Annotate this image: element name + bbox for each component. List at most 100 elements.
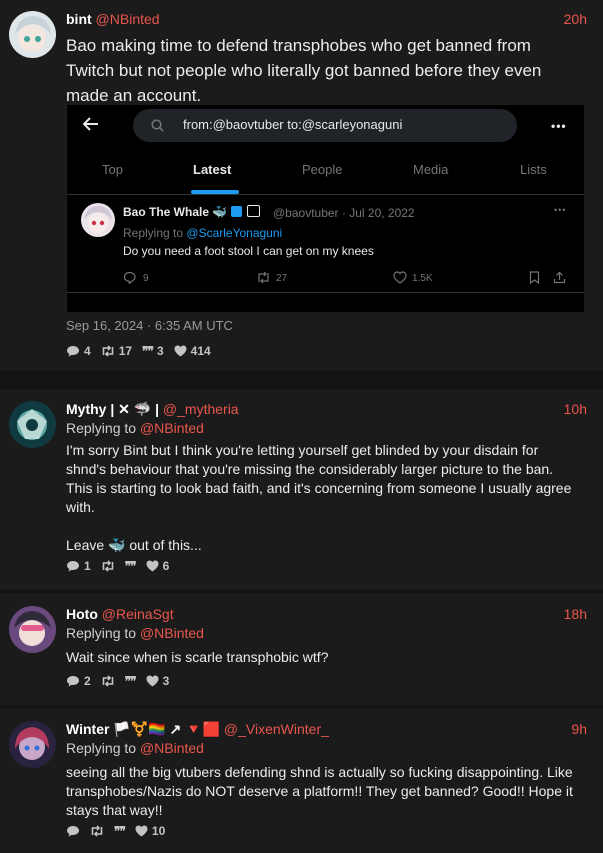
like-stat[interactable]: 10 [135,824,165,838]
repost-stat[interactable] [101,560,115,572]
author-name[interactable]: Mythy | ✕ 🦈 | [66,401,159,417]
retweet-icon [256,271,271,287]
tab-media: Media [413,162,449,177]
repost-icon [101,345,115,357]
post-stats: 2 ❞❞ 3 [66,674,169,688]
like-count: 1.5K [412,273,433,284]
quote-stat[interactable]: ❞❞ [124,559,137,573]
tweet-text: Do you need a foot stool I can get on my… [123,244,374,258]
embedded-screenshot[interactable]: from:@baovtuber to:@scarleyonaguni ••• T… [67,105,584,312]
comment-icon [66,560,80,572]
post-text: seeing all the big vtubers defending shn… [66,764,577,818]
author-name[interactable]: bint [66,11,92,27]
repost-stat[interactable]: 17 [101,344,132,358]
comment-icon [66,675,80,687]
avatar[interactable] [9,401,56,448]
post-main: bint @NBinted 20h Bao making time to def… [0,0,603,370]
quote-stat[interactable]: ❞❞ 3 [142,344,164,358]
heart-icon [135,825,148,837]
author-handle[interactable]: @_VixenWinter_ [224,721,329,737]
like-count: 414 [190,344,211,358]
author-name[interactable]: Hoto [66,606,98,622]
repost-icon [101,675,115,687]
quote-icon: ❞❞ [124,674,137,688]
post-time[interactable]: 18h [564,606,587,622]
quote-stat[interactable]: ❞❞ [124,674,137,688]
reply-post: Winter 🏳️⚧️🏳️‍🌈 ↗ 🔻🟥 @_VixenWinter_ 9h R… [0,708,603,853]
reply-count: 4 [84,344,91,358]
tab-lists: Lists [520,162,547,177]
heart-icon [146,675,159,687]
post-stats: ❞❞ 10 [66,824,165,838]
avatar[interactable] [9,606,56,653]
like-count: 10 [151,824,166,838]
replying-label: Replying to [66,625,137,641]
tweet-author: Bao The Whale 🐳 [123,205,260,219]
search-icon [151,119,164,137]
reply-stat[interactable]: 1 [66,559,91,573]
tab-top: Top [102,162,123,177]
tab-latest: Latest [193,162,232,177]
tweet-meta: @baovtuber · Jul 20, 2022 [273,206,415,220]
verified-icon [230,206,242,217]
replying-to: Replying to @NBinted [66,740,204,756]
post-text: Wait since when is scarle transphobic wt… [66,649,329,665]
replying-label: Replying to [66,740,137,756]
search-query: from:@baovtuber to:@scarleyonaguni [183,117,403,132]
tweet-replying: Replying to @ScarleYonaguni [123,226,283,240]
replying-handle[interactable]: @NBinted [140,625,204,641]
badge-icon [246,205,260,217]
tab-bar: Top Latest People Media Lists [67,150,584,195]
heart-icon [174,345,187,357]
more-options-icon: ••• [551,119,567,133]
author-line: Winter 🏳️⚧️🏳️‍🌈 ↗ 🔻🟥 @_VixenWinter_ [66,721,329,738]
quote-count: 3 [156,344,164,358]
post-text: Bao making time to defend transphobes wh… [66,36,547,105]
repost-count: 17 [118,344,133,358]
replying-label: Replying to [66,420,137,436]
author-handle[interactable]: @_mytheria [163,401,239,417]
reply-stat[interactable]: 4 [66,344,91,358]
tab-people: People [302,162,343,177]
like-stat[interactable]: 3 [146,674,169,688]
reply-stat[interactable] [66,825,80,837]
reply-icon [123,271,136,287]
replying-handle[interactable]: @NBinted [140,740,204,756]
avatar[interactable] [9,11,56,58]
reply-post: Mythy | ✕ 🦈 | @_mytheria 10h Replying to… [0,390,603,588]
quote-icon: ❞❞ [114,824,126,838]
post-time[interactable]: 10h [564,401,587,417]
quote-icon: ❞❞ [124,559,137,573]
like-icon [393,271,407,287]
post-time[interactable]: 9h [571,721,587,737]
reply-stat[interactable]: 2 [66,674,91,688]
replying-to: Replying to @NBinted [66,420,204,436]
thread-separator [0,370,603,390]
like-count: 6 [162,559,170,573]
repost-stat[interactable] [101,675,115,687]
reply-count: 1 [84,559,91,573]
post-stats: 4 17 ❞❞ 3 414 [66,344,211,358]
retweet-count: 27 [276,273,288,284]
author-name[interactable]: Winter 🏳️⚧️🏳️‍🌈 ↗ 🔻🟥 [66,721,220,737]
quote-icon: ❞❞ [142,344,154,358]
share-icon [553,271,566,287]
repost-icon [90,825,104,837]
post-date[interactable]: Sep 16, 2024 · 6:35 AM UTC [66,318,233,333]
post-time[interactable]: 20h [564,11,587,27]
repost-stat[interactable] [90,825,104,837]
author-handle[interactable]: @ReinaSgt [102,606,174,622]
replying-handle[interactable]: @NBinted [140,420,204,436]
active-tab-indicator [191,190,239,194]
tweet-avatar [81,203,115,237]
avatar[interactable] [9,721,56,768]
like-stat[interactable]: 6 [146,559,170,573]
divider [67,292,584,293]
search-input: from:@baovtuber to:@scarleyonaguni [133,109,517,142]
author-line: bint @NBinted [66,11,160,27]
quote-stat[interactable]: ❞❞ [114,824,126,838]
like-stat[interactable]: 414 [174,344,211,358]
bookmark-icon [529,271,540,287]
author-handle[interactable]: @NBinted [96,11,160,27]
comment-icon [66,825,80,837]
